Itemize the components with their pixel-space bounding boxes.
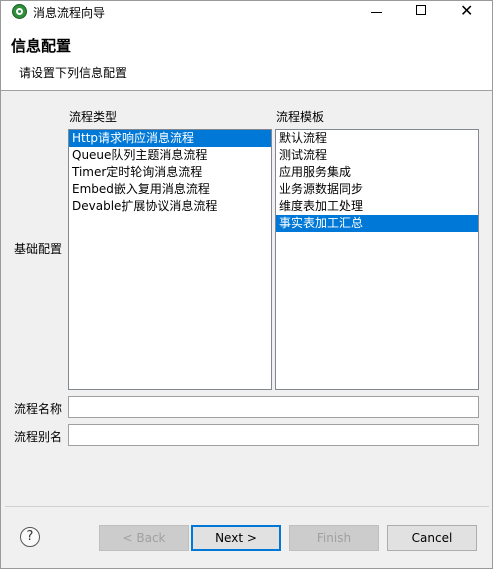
maximize-icon	[416, 5, 426, 15]
list-item[interactable]: Embed嵌入复用消息流程	[69, 181, 271, 198]
window-title: 消息流程向导	[33, 6, 106, 20]
close-button[interactable]: ✕	[444, 1, 490, 23]
cancel-button[interactable]: Cancel	[387, 525, 477, 551]
flow-template-label: 流程模板	[276, 110, 325, 124]
page-title: 信息配置	[11, 37, 72, 55]
flow-alias-label: 流程别名	[14, 430, 63, 444]
basic-config-label: 基础配置	[14, 242, 63, 256]
title-bar[interactable]: 消息流程向导 ✕	[1, 1, 492, 23]
back-button[interactable]: < Back	[99, 525, 189, 551]
minimize-button[interactable]	[354, 1, 400, 23]
flow-type-label: 流程类型	[69, 110, 118, 124]
list-item[interactable]: 维度表加工处理	[276, 198, 478, 215]
list-item[interactable]: 默认流程	[276, 130, 478, 147]
footer-separator	[5, 506, 489, 507]
app-icon	[12, 4, 27, 19]
list-item[interactable]: Http请求响应消息流程	[69, 130, 271, 147]
flow-name-label: 流程名称	[14, 402, 63, 416]
list-item[interactable]: Queue队列主题消息流程	[69, 147, 271, 164]
flow-type-list[interactable]: Http请求响应消息流程 Queue队列主题消息流程 Timer定时轮询消息流程 Em…	[68, 129, 272, 390]
flow-alias-input[interactable]	[68, 424, 479, 446]
page-subtitle: 请设置下列信息配置	[19, 66, 128, 80]
flow-name-input[interactable]	[68, 396, 479, 418]
maximize-button[interactable]	[399, 1, 445, 23]
list-item[interactable]: 测试流程	[276, 147, 478, 164]
finish-button[interactable]: Finish	[289, 525, 379, 551]
wizard-dialog: 消息流程向导 ✕ 信息配置 请设置下列信息配置 流程类型 流程模板 基础配置 H…	[0, 0, 493, 569]
help-icon[interactable]: ?	[20, 527, 40, 547]
next-button[interactable]: Next >	[191, 525, 281, 551]
list-item[interactable]: 事实表加工汇总	[276, 215, 478, 232]
list-item[interactable]: Devable扩展协议消息流程	[69, 198, 271, 215]
list-item[interactable]: Timer定时轮询消息流程	[69, 164, 271, 181]
list-item[interactable]: 应用服务集成	[276, 164, 478, 181]
list-item[interactable]: 业务源数据同步	[276, 181, 478, 198]
minimize-icon	[371, 12, 382, 13]
flow-template-list[interactable]: 默认流程 测试流程 应用服务集成 业务源数据同步 维度表加工处理 事实表加工汇总	[275, 129, 479, 390]
close-icon: ✕	[460, 1, 474, 20]
header-banner: 信息配置 请设置下列信息配置	[1, 23, 492, 91]
